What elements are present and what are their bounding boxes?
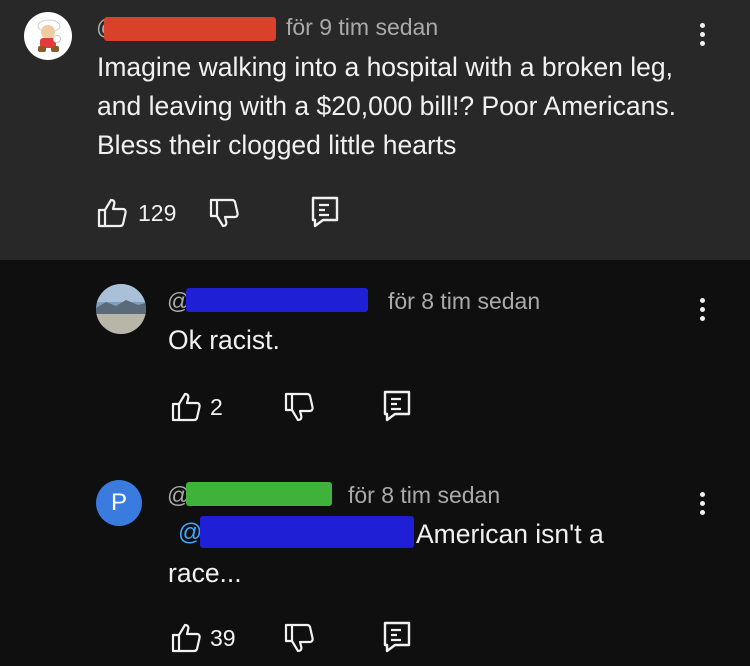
dot bbox=[699, 492, 705, 497]
reply-icon[interactable] bbox=[383, 390, 411, 422]
landscape-avatar-icon bbox=[96, 284, 146, 334]
more-options-button[interactable] bbox=[697, 298, 707, 324]
more-options-button[interactable] bbox=[697, 492, 707, 518]
reply-timestamp: för 8 tim sedan bbox=[388, 288, 541, 314]
reply-icon[interactable] bbox=[311, 196, 339, 228]
reply-avatar[interactable]: P bbox=[96, 480, 142, 526]
reply-icon[interactable] bbox=[383, 621, 411, 653]
thumbs-up-icon bbox=[97, 198, 127, 228]
dot bbox=[699, 316, 705, 321]
comment-timestamp: för 9 tim sedan bbox=[286, 14, 439, 40]
thumbs-down-icon[interactable] bbox=[283, 623, 315, 653]
mario-avatar-icon bbox=[37, 19, 61, 52]
commenter-avatar[interactable] bbox=[24, 12, 72, 60]
like-button[interactable]: 2 bbox=[170, 390, 240, 424]
dot bbox=[699, 41, 705, 46]
reply-text: Ok racist. bbox=[168, 325, 280, 355]
more-options-button[interactable] bbox=[697, 23, 707, 49]
like-count: 2 bbox=[210, 394, 223, 420]
like-button[interactable]: 39 bbox=[170, 621, 250, 655]
dot bbox=[699, 510, 705, 515]
dot bbox=[699, 32, 705, 37]
reply-text: American isn't a race... bbox=[168, 519, 604, 588]
redacted-username bbox=[104, 17, 276, 41]
redacted-username bbox=[186, 288, 368, 312]
dot bbox=[699, 298, 705, 303]
dot bbox=[699, 23, 705, 28]
like-count: 129 bbox=[138, 200, 177, 226]
comment-text: Imagine walking into a hospital with a b… bbox=[97, 52, 676, 160]
redacted-username bbox=[186, 482, 332, 506]
thumbs-down-icon[interactable] bbox=[283, 392, 315, 422]
thumbs-down-icon[interactable] bbox=[208, 198, 240, 228]
reply-timestamp: för 8 tim sedan bbox=[348, 482, 501, 508]
like-count: 39 bbox=[210, 625, 236, 651]
thumbs-up-icon bbox=[171, 392, 201, 422]
reply-avatar[interactable] bbox=[96, 284, 146, 334]
avatar-letter: P bbox=[110, 489, 127, 516]
thumbs-up-icon bbox=[171, 623, 201, 653]
dot bbox=[699, 307, 705, 312]
like-button[interactable]: 129 bbox=[96, 196, 186, 230]
dot bbox=[699, 501, 705, 506]
